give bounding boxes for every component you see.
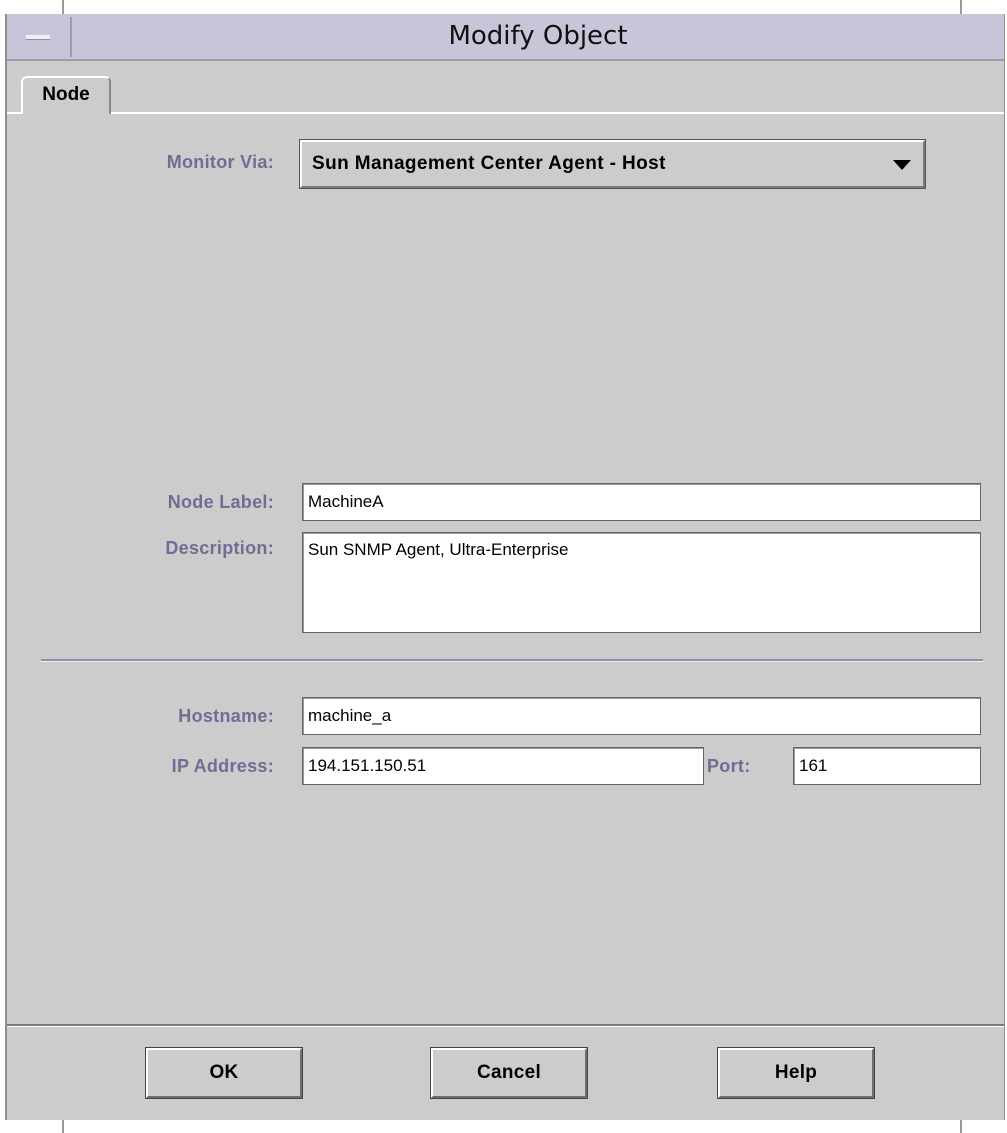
ip-address-field[interactable]: 194.151.150.51 — [302, 747, 704, 785]
tab-node[interactable]: Node — [21, 76, 111, 114]
window-title: Modify Object — [448, 21, 628, 51]
modify-object-dialog: Modify Object Node Monitor Via: Sun Mana… — [5, 14, 1005, 1120]
ok-button[interactable]: OK — [145, 1047, 303, 1099]
window-menu-icon — [26, 35, 50, 40]
window-menu-button[interactable] — [10, 17, 72, 57]
port-label: Port: — [707, 756, 751, 776]
cancel-button[interactable]: Cancel — [430, 1047, 588, 1099]
hostname-field[interactable]: machine_a — [302, 697, 981, 735]
title-bar[interactable]: Modify Object — [7, 14, 1004, 61]
button-panel: OK Cancel Help — [7, 1024, 1004, 1120]
frame-edge-mark — [62, 1120, 64, 1133]
dropdown-arrow-icon — [893, 160, 911, 170]
description-textarea[interactable]: Sun SNMP Agent, Ultra-Enterprise — [302, 532, 981, 633]
tab-border — [111, 112, 1004, 114]
help-button[interactable]: Help — [717, 1047, 875, 1099]
node-label-field[interactable]: MachineA — [302, 483, 981, 521]
hostname-label: Hostname: — [178, 706, 274, 726]
ip-address-label: IP Address: — [171, 756, 274, 776]
frame-edge-mark — [960, 1120, 962, 1133]
frame-edge-mark — [960, 0, 962, 14]
description-label: Description: — [165, 538, 274, 558]
monitor-via-label: Monitor Via: — [166, 152, 274, 172]
tab-border — [7, 112, 21, 114]
frame-edge-mark — [62, 0, 64, 14]
separator — [41, 659, 983, 662]
monitor-via-dropdown[interactable]: Sun Management Center Agent - Host — [299, 139, 926, 189]
node-label-label: Node Label: — [167, 492, 274, 512]
port-field[interactable]: 161 — [793, 747, 981, 785]
monitor-via-selected: Sun Management Center Agent - Host — [312, 153, 666, 174]
